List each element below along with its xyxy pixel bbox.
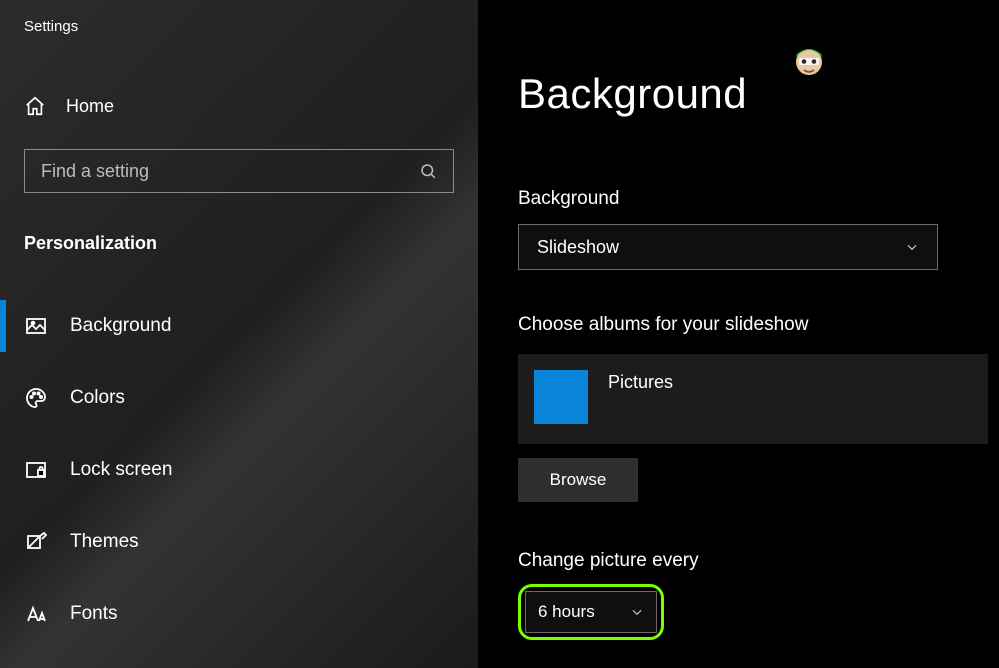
search-icon: [419, 162, 437, 180]
themes-icon: [24, 530, 48, 554]
app-title: Settings: [0, 18, 478, 35]
sidebar-item-themes[interactable]: Themes: [0, 506, 478, 578]
album-tile[interactable]: Pictures: [518, 354, 988, 444]
change-picture-highlight: 6 hours: [518, 584, 664, 640]
lock-screen-icon: [24, 458, 48, 482]
sidebar-item-label: Background: [70, 315, 171, 337]
sidebar-item-label: Fonts: [70, 603, 118, 625]
picture-icon: [24, 314, 48, 338]
search-box[interactable]: [24, 149, 454, 193]
fonts-icon: [24, 602, 48, 626]
change-picture-value: 6 hours: [538, 602, 595, 622]
home-label: Home: [66, 96, 114, 117]
sidebar-item-lock-screen[interactable]: Lock screen: [0, 434, 478, 506]
chevron-down-icon: [630, 605, 644, 619]
sidebar-item-label: Colors: [70, 387, 125, 409]
search-input[interactable]: [41, 161, 419, 182]
browse-button[interactable]: Browse: [518, 458, 638, 502]
sidebar-item-colors[interactable]: Colors: [0, 362, 478, 434]
chevron-down-icon: [905, 240, 919, 254]
album-name: Pictures: [608, 370, 673, 424]
sidebar-item-label: Themes: [70, 531, 139, 553]
album-thumbnail: [534, 370, 588, 424]
change-picture-dropdown[interactable]: 6 hours: [525, 591, 657, 633]
background-dropdown[interactable]: Slideshow: [518, 224, 938, 270]
sidebar-item-background[interactable]: Background: [0, 290, 478, 362]
background-dropdown-value: Slideshow: [537, 237, 619, 258]
palette-icon: [24, 386, 48, 410]
change-picture-label: Change picture every: [518, 550, 999, 572]
main-panel: Background Background Slideshow Choose a…: [478, 0, 999, 668]
home-icon: [24, 95, 46, 117]
sidebar: Settings Home Personaliz: [0, 0, 478, 668]
albums-label: Choose albums for your slideshow: [518, 314, 999, 336]
page-title: Background: [518, 70, 999, 118]
sidebar-item-fonts[interactable]: Fonts: [0, 578, 478, 650]
home-link[interactable]: Home: [0, 95, 478, 117]
sidebar-item-label: Lock screen: [70, 459, 172, 481]
category-title: Personalization: [0, 233, 478, 254]
avatar: [789, 40, 829, 80]
background-field-label: Background: [518, 188, 999, 210]
